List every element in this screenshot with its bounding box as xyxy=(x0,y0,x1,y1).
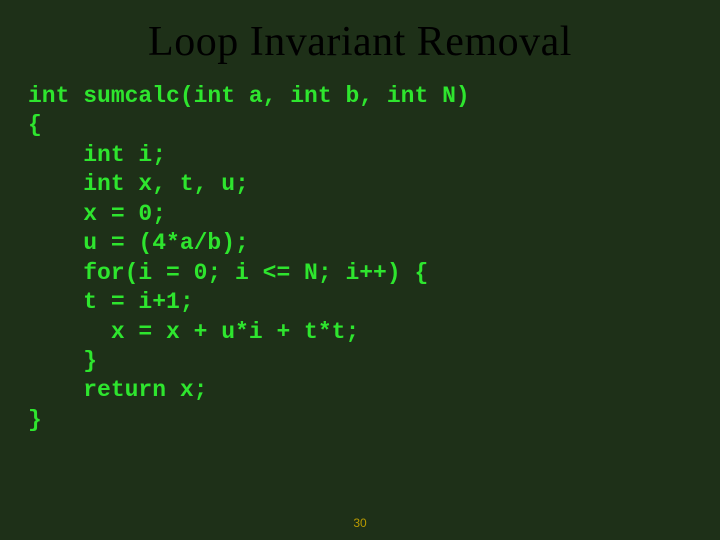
page-number: 30 xyxy=(0,516,720,530)
code-block: int sumcalc(int a, int b, int N) { int i… xyxy=(0,76,720,435)
slide: Loop Invariant Removal int sumcalc(int a… xyxy=(0,0,720,540)
slide-title: Loop Invariant Removal xyxy=(0,0,720,76)
